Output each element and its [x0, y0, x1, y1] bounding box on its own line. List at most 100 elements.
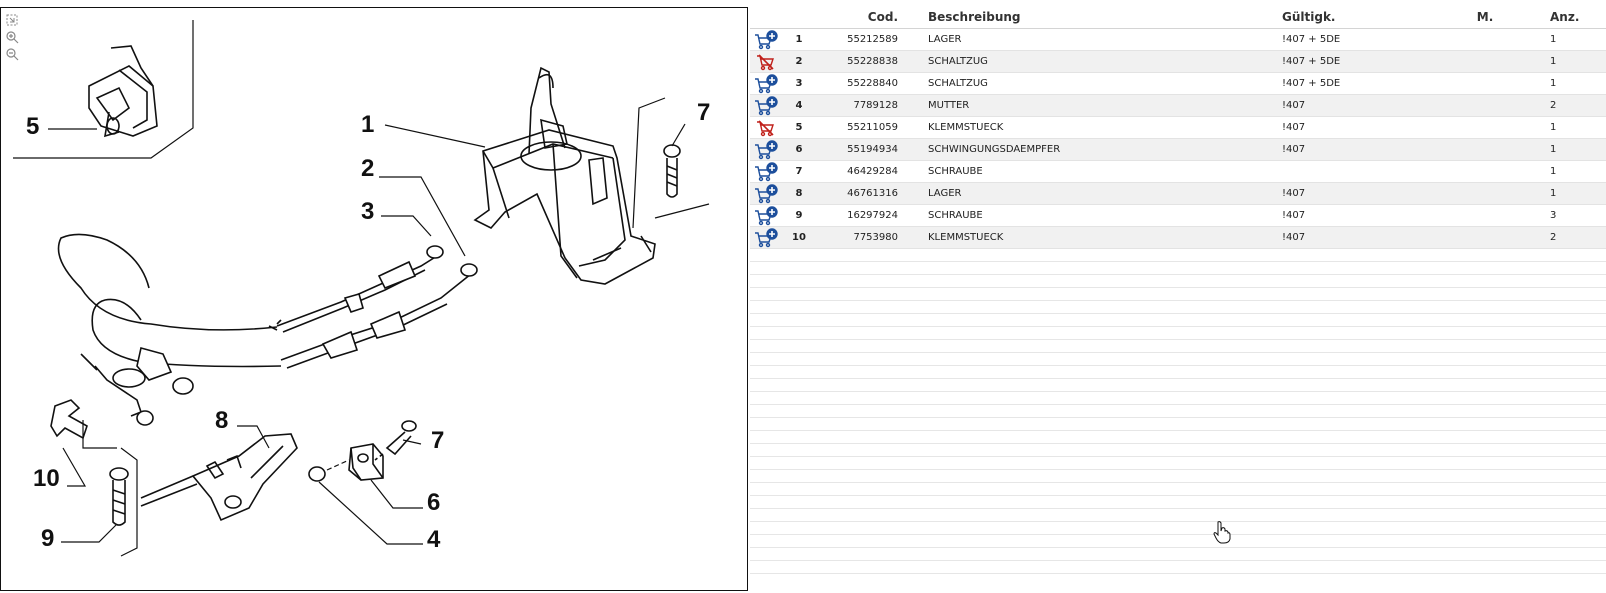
cart-add-icon[interactable] [754, 95, 778, 116]
cart-unavailable-icon[interactable] [754, 118, 778, 138]
cell-pos: 7 [795, 166, 803, 177]
fit-page-icon[interactable] [5, 12, 21, 28]
cell-code: 55211059 [847, 122, 898, 133]
table-row[interactable]: 8 46761316 LAGER !407 1 [750, 183, 1606, 205]
cell-description: SCHALTZUG [928, 56, 988, 67]
cell-qty: 1 [1550, 166, 1557, 177]
cell-description: SCHRAUBE [928, 210, 983, 221]
cell-description: KLEMMSTUECK [928, 122, 1004, 133]
empty-row [750, 301, 1606, 314]
exploded-view-drawing[interactable]: 5 1 2 3 7 8 7 10 6 9 4 [0, 7, 748, 591]
cell-qty: 3 [1550, 210, 1557, 221]
empty-row [750, 509, 1606, 522]
cell-pos: 8 [795, 188, 803, 199]
cell-code: 16297924 [847, 210, 898, 221]
cell-validity: !407 + 5DE [1282, 56, 1341, 67]
part-10-clip [50, 399, 88, 440]
empty-row [750, 457, 1606, 470]
part-4-nut [308, 466, 326, 482]
empty-row [750, 522, 1606, 535]
empty-row [750, 249, 1606, 262]
empty-row [750, 496, 1606, 509]
cell-pos: 1 [795, 34, 803, 45]
cell-validity: !407 [1282, 122, 1306, 133]
cart-add-icon[interactable] [754, 205, 778, 226]
cart-add-icon[interactable] [754, 183, 778, 204]
cell-qty: 1 [1550, 78, 1557, 89]
header-m[interactable]: M. [1440, 10, 1530, 24]
cart-add-icon[interactable] [754, 139, 778, 160]
empty-row [750, 392, 1606, 405]
cell-description: LAGER [928, 34, 962, 45]
cell-qty: 1 [1550, 188, 1557, 199]
part-7-bolt-top [663, 144, 681, 198]
callout-4: 4 [427, 526, 441, 553]
drawing-canvas: 5 1 2 3 7 8 7 10 6 9 4 [13, 20, 710, 557]
callout-2: 2 [361, 155, 374, 182]
callout-9: 9 [41, 525, 54, 552]
table-row[interactable]: 3 55228840 SCHALTZUG !407 + 5DE 1 [750, 73, 1606, 95]
cell-code: 46761316 [847, 188, 898, 199]
cell-code: 7753980 [853, 232, 898, 243]
cell-code: 46429284 [847, 166, 898, 177]
table-row[interactable]: 7 46429284 SCHRAUBE 1 [750, 161, 1606, 183]
empty-row [750, 470, 1606, 483]
callout-7-top: 7 [697, 99, 710, 126]
cell-pos: 3 [795, 78, 803, 89]
part-5-clamp [88, 45, 158, 138]
empty-row [750, 275, 1606, 288]
empty-row [750, 535, 1606, 548]
empty-row [750, 353, 1606, 366]
frame-line-bottom-left [120, 447, 138, 557]
cart-unavailable-icon[interactable] [754, 52, 778, 72]
cell-description: SCHALTZUG [928, 78, 988, 89]
cell-validity: !407 + 5DE [1282, 34, 1341, 45]
empty-row [750, 405, 1606, 418]
hand-cursor-icon [1213, 521, 1231, 544]
header-code[interactable]: Cod. [818, 10, 898, 24]
cart-add-icon[interactable] [754, 29, 778, 50]
table-row[interactable]: 5 55211059 KLEMMSTUECK !407 1 [750, 117, 1606, 139]
part-9-bolt [109, 467, 129, 526]
cell-qty: 1 [1550, 144, 1557, 155]
empty-row [750, 379, 1606, 392]
empty-row [750, 548, 1606, 561]
callout-8: 8 [215, 407, 228, 434]
cell-qty: 1 [1550, 34, 1557, 45]
zoom-in-icon[interactable] [5, 29, 21, 45]
empty-row [750, 288, 1606, 301]
callout-7-bottom: 7 [431, 427, 444, 454]
table-row[interactable]: 2 55228838 SCHALTZUG !407 + 5DE 1 [750, 51, 1606, 73]
part-6-damper [348, 443, 384, 481]
table-row[interactable]: 4 7789128 MUTTER !407 2 [750, 95, 1606, 117]
table-row[interactable]: 1 55212589 LAGER !407 + 5DE 1 [750, 29, 1606, 51]
empty-row [750, 483, 1606, 496]
cell-pos: 9 [795, 210, 803, 221]
callout-5: 5 [26, 113, 39, 140]
cart-add-icon[interactable] [754, 161, 778, 182]
cell-description: MUTTER [928, 100, 970, 111]
table-row[interactable]: 9 16297924 SCHRAUBE !407 3 [750, 205, 1606, 227]
cell-pos: 5 [795, 122, 803, 133]
empty-row [750, 444, 1606, 457]
table-row[interactable]: 10 7753980 KLEMMSTUECK !407 2 [750, 227, 1606, 249]
zoom-out-icon[interactable] [5, 46, 21, 62]
callout-3: 3 [361, 198, 374, 225]
cell-code: 55212589 [847, 34, 898, 45]
header-description[interactable]: Beschreibung [898, 10, 1272, 24]
cell-code: 55228840 [847, 78, 898, 89]
cell-code: 7789128 [853, 100, 898, 111]
cell-validity: !407 [1282, 232, 1306, 243]
empty-row [750, 418, 1606, 431]
cell-qty: 1 [1550, 56, 1557, 67]
empty-row [750, 327, 1606, 340]
header-validity[interactable]: Gültigk. [1272, 10, 1440, 24]
cart-add-icon[interactable] [754, 73, 778, 94]
cart-add-icon[interactable] [754, 227, 778, 248]
header-qty[interactable]: Anz. [1530, 10, 1590, 24]
table-row[interactable]: 6 55194934 SCHWINGUNGSDAEMPFER !407 1 [750, 139, 1606, 161]
part-2-shift-cable [91, 263, 478, 395]
empty-row [750, 262, 1606, 275]
cell-pos: 6 [795, 144, 803, 155]
cell-description: LAGER [928, 188, 962, 199]
